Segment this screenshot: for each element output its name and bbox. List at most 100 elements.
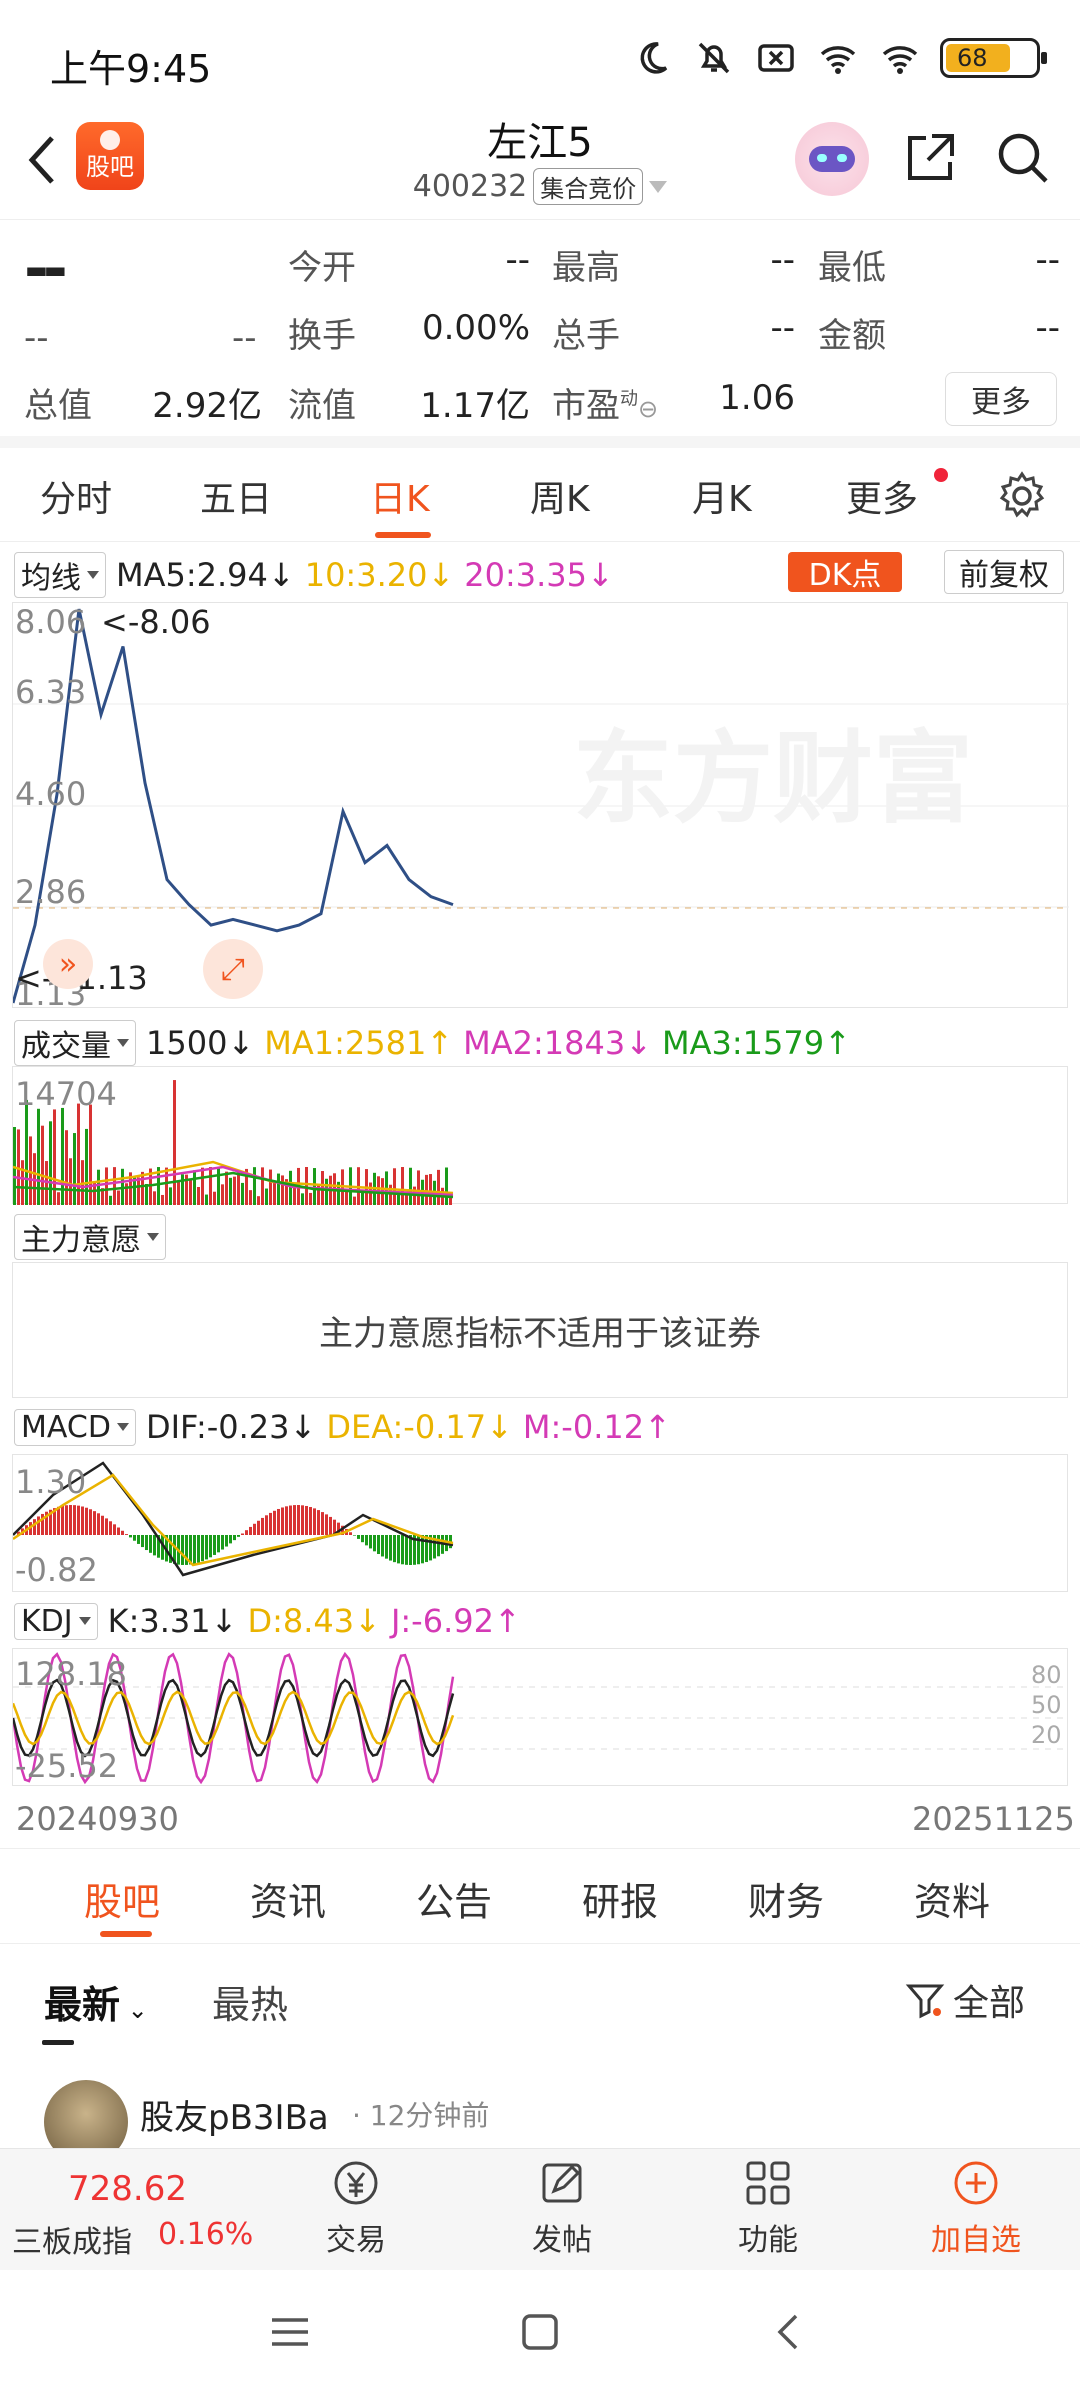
battery-icon: 68	[940, 38, 1047, 78]
float-cap-value: 1.17亿	[420, 386, 530, 426]
macd-bar	[113, 1524, 116, 1535]
volume-bar	[189, 1180, 192, 1205]
volume-bar	[277, 1173, 280, 1205]
macd-bar	[229, 1535, 232, 1544]
tab-weekly-k[interactable]: 周K	[530, 470, 590, 522]
search-icon[interactable]	[993, 128, 1053, 188]
pe-label: 市盈动⊖	[552, 386, 659, 426]
home-icon[interactable]	[518, 2310, 562, 2354]
tab-more[interactable]: 更多	[846, 470, 918, 522]
total-hands-label: 总手	[552, 316, 620, 356]
tab-guba[interactable]: 股吧	[84, 1871, 160, 1926]
volume-bar	[301, 1193, 304, 1205]
volume-bar	[289, 1170, 292, 1205]
tab-five-day[interactable]: 五日	[200, 470, 272, 522]
macd-bar	[401, 1535, 404, 1565]
macd-bar	[301, 1505, 304, 1535]
kdj-chart[interactable]: 128.18 -25.52 80 50 20	[12, 1648, 1069, 1786]
macd-selector[interactable]: MACD	[14, 1408, 136, 1446]
macd-bar	[97, 1513, 100, 1535]
stock-header: 股吧 左江5 400232 集合竞价	[0, 110, 1080, 220]
dk-point-button[interactable]: DK点	[788, 552, 902, 593]
kdj-j: J:-6.92↑	[390, 1602, 521, 1640]
volume-bar	[57, 1192, 60, 1205]
kdj-ref-50: 50	[1031, 1691, 1062, 1719]
macd-bar	[197, 1535, 200, 1563]
share-icon[interactable]	[900, 128, 960, 188]
volume-bar	[417, 1170, 420, 1205]
index-name[interactable]: 三板成指	[12, 2217, 132, 2261]
volume-ma1: MA1:2581↑	[264, 1024, 454, 1062]
tab-finance[interactable]: 财务	[748, 1871, 824, 1926]
volume-bar	[201, 1167, 204, 1205]
low-value: --	[1035, 240, 1060, 280]
axis-top: 8.06	[15, 603, 87, 641]
volume-bar	[229, 1177, 232, 1205]
macd-bar	[89, 1509, 92, 1535]
ma-selector[interactable]: 均线	[14, 552, 106, 598]
adjust-button[interactable]: 前复权	[944, 550, 1064, 594]
volume-bar	[25, 1099, 28, 1205]
expand-icon[interactable]: ⤢	[203, 939, 263, 999]
tab-research[interactable]: 研报	[582, 1871, 658, 1926]
menu-icon[interactable]	[268, 2310, 312, 2354]
volume-chart[interactable]: 14704	[12, 1066, 1068, 1205]
tab-intraday[interactable]: 分时	[40, 470, 112, 522]
kdj-selector[interactable]: KDJ	[14, 1602, 98, 1640]
filter-all[interactable]: 全部	[905, 1974, 1025, 2026]
volume-selector[interactable]: 成交量	[14, 1020, 136, 1066]
back-icon[interactable]	[768, 2310, 812, 2354]
index-value[interactable]: 728.62	[68, 2169, 187, 2209]
volume-svg	[13, 1080, 454, 1205]
auction-badge: 集合竞价	[533, 168, 644, 205]
macd-bar	[325, 1514, 328, 1535]
tab-monthly-k[interactable]: 月K	[692, 470, 752, 522]
sort-latest[interactable]: 最新 ⌄	[44, 1974, 148, 2029]
macd-bar	[225, 1535, 228, 1547]
content-tab-underline	[100, 1931, 152, 1937]
macd-chart[interactable]: 1.30 -0.82	[12, 1454, 1068, 1592]
tab-daily-k[interactable]: 日K	[370, 470, 430, 522]
kline-chart[interactable]: 东方财富 8.06 6.33 4.60 2.86 1.13 <-8.06 <--…	[12, 602, 1069, 1013]
macd-dea: DEA:-0.17↓	[326, 1408, 513, 1446]
ma10-value: 10:3.20↓	[304, 556, 455, 594]
more-button[interactable]: 更多	[945, 372, 1057, 426]
volume-bar	[221, 1184, 224, 1205]
tab-profile[interactable]: 资料	[914, 1871, 990, 1926]
tab-announcements[interactable]: 公告	[416, 1871, 492, 1926]
macd-bar	[201, 1535, 204, 1562]
macd-bar	[217, 1535, 220, 1553]
ai-assistant-icon[interactable]	[795, 122, 869, 196]
volume-bar	[117, 1190, 120, 1205]
macd-bar	[81, 1506, 84, 1535]
gear-icon[interactable]	[996, 470, 1048, 522]
zlyy-selector[interactable]: 主力意愿	[14, 1214, 166, 1260]
bell-off-icon	[698, 42, 730, 74]
volume-bar	[325, 1178, 328, 1205]
double-chevron-icon[interactable]: »	[43, 939, 93, 989]
market-cap-label: 总值	[24, 386, 92, 426]
index-change[interactable]: 0.16%	[158, 2217, 253, 2252]
kdj-d: D:8.43↓	[247, 1602, 381, 1640]
sort-hot[interactable]: 最热	[212, 1974, 288, 2029]
macd-bar	[137, 1535, 140, 1544]
macd-bar	[377, 1535, 380, 1555]
nav-post[interactable]: 发帖	[502, 2157, 622, 2259]
turnover-value: 0.00%	[421, 308, 530, 348]
macd-bar	[69, 1505, 72, 1535]
macd-bar	[277, 1508, 280, 1535]
macd-bar	[233, 1535, 236, 1541]
volume-bar	[213, 1191, 216, 1205]
chart-period-tabs: 分时 五日 日K 周K 月K 更多	[0, 450, 1080, 542]
macd-bar	[121, 1530, 124, 1535]
macd-bar	[397, 1535, 400, 1564]
nav-functions[interactable]: 功能	[708, 2157, 828, 2259]
volume-bar	[141, 1171, 144, 1205]
post-username[interactable]: 股友pB3IBa	[140, 2090, 329, 2139]
tab-news[interactable]: 资讯	[250, 1871, 326, 1926]
nav-trade[interactable]: 交易	[296, 2157, 416, 2259]
macd-bar	[297, 1505, 300, 1535]
macd-bar	[141, 1535, 144, 1548]
post-item[interactable]: 股友pB3IBa · 12分钟前	[0, 2080, 1080, 2164]
nav-add-watchlist[interactable]: 加自选	[916, 2157, 1036, 2259]
